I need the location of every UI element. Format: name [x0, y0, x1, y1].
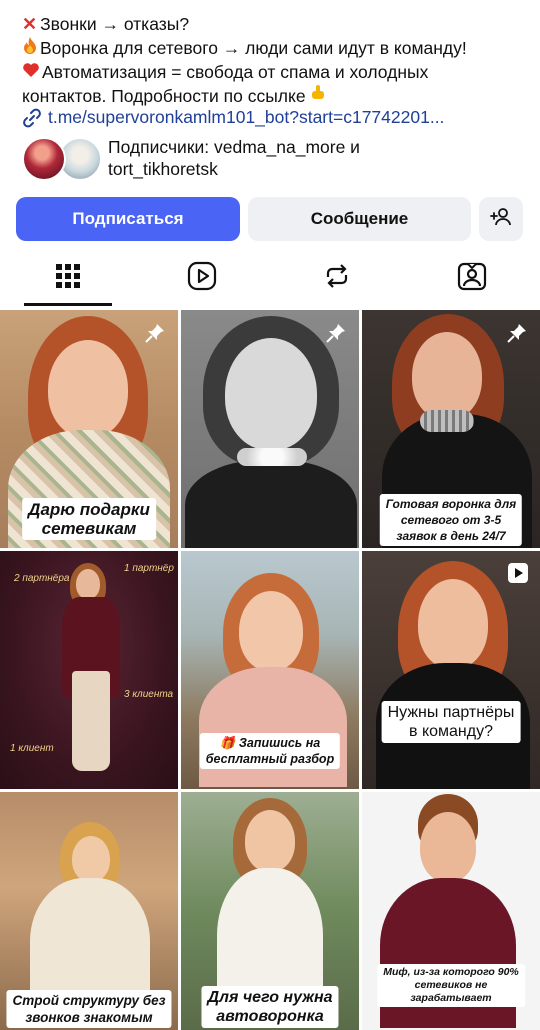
bio-link[interactable]: t.me/supervoronkamlm101_bot?start=c17742… — [22, 107, 444, 128]
caption-line: сетевикам — [41, 519, 137, 538]
photo-face — [76, 569, 100, 599]
bio-line-1: ✕ Звонки → отказы? — [22, 12, 527, 36]
caption-line: 🎁 Запишись на — [219, 736, 321, 750]
pin-icon — [506, 322, 528, 349]
tab-reposts[interactable] — [293, 252, 381, 304]
followers-line-1: Подписчики: vedma_na_more и — [108, 137, 360, 157]
bio-text-4: контактов. Подробности по ссылке — [22, 86, 306, 106]
grid-icon — [55, 263, 81, 294]
photo-annotation: 3 клиента — [124, 689, 174, 700]
caption-line: заявок в день 24/7 — [396, 529, 506, 543]
post-tile[interactable]: Для чего нужна автоворонка — [181, 792, 359, 1030]
followers-line-2: tort_tikhoretsk — [108, 159, 218, 179]
followers-text: Подписчики: vedma_na_more и tort_tikhore… — [108, 136, 360, 180]
photo-face — [48, 340, 128, 438]
caption-line: Дарю подарки — [28, 500, 150, 519]
add-user-button[interactable] — [479, 197, 523, 241]
bio-line-2: Воронка для сетевого → люди сами идут в … — [22, 36, 527, 60]
photo-face — [418, 579, 488, 669]
post-tile[interactable]: 2 партнёра 1 партнёр 3 клиента 1 клиент — [0, 551, 178, 789]
subscribe-label: Подписаться — [72, 209, 184, 228]
post-tile[interactable]: 🎁 Запишись на бесплатный разбор — [181, 551, 359, 789]
caption-line: зарабатывает — [410, 992, 492, 1004]
reels-icon — [187, 261, 217, 296]
caption-line: Готовая воронка для — [385, 497, 517, 511]
follower-avatars — [22, 135, 102, 181]
photo-face — [420, 812, 476, 882]
post-caption: Нужны партнёры в команду? — [381, 701, 521, 743]
post-caption: Готовая воронка для сетевого от 3-5 заяв… — [379, 494, 523, 546]
post-caption: Для чего нужна автоворонка — [201, 986, 339, 1028]
subscribe-button[interactable]: Подписаться — [16, 197, 240, 241]
avatar — [22, 137, 66, 181]
tab-grid[interactable] — [24, 252, 112, 304]
link-text[interactable]: t.me/supervoronkamlm101_bot?start=c17742… — [48, 107, 444, 128]
post-tile[interactable]: Дарю подарки сетевикам — [0, 310, 178, 548]
cross-mark-icon: ✕ — [22, 14, 38, 34]
photo-face — [72, 836, 110, 882]
bio-line-4: контактов. Подробности по ссылке — [22, 84, 527, 108]
reposts-icon — [322, 261, 352, 296]
photo-body — [185, 460, 357, 548]
photo-face — [225, 338, 317, 450]
message-label: Сообщение — [310, 209, 409, 228]
photo-body — [199, 667, 347, 787]
photo-annotation: 2 партнёра — [14, 573, 70, 584]
post-caption: Дарю подарки сетевикам — [22, 498, 156, 540]
link-icon — [22, 108, 42, 128]
photo-face — [412, 332, 482, 420]
post-tile[interactable]: Миф, из-за которого 90% сетевиков не зар… — [362, 792, 540, 1030]
necklace — [420, 410, 474, 432]
play-icon — [508, 563, 528, 583]
mutual-followers[interactable]: Подписчики: vedma_na_more и tort_tikhore… — [22, 135, 360, 181]
caption-line: Для чего нужна — [207, 989, 333, 1006]
add-user-icon — [489, 205, 513, 234]
pointing-down-icon — [310, 85, 326, 106]
pin-icon — [325, 322, 347, 349]
profile-tabs — [0, 252, 540, 306]
tab-reels[interactable] — [158, 252, 246, 304]
caption-line: Нужны партнёры — [387, 704, 515, 721]
photo-skirt — [72, 671, 110, 771]
photo-face — [245, 810, 295, 872]
caption-line: сетевиков не — [414, 979, 488, 991]
bio-line-3: Автоматизация = свобода от спама и холод… — [22, 60, 527, 84]
bio-text-2: Воронка для сетевого → люди сами идут в … — [40, 38, 467, 58]
caption-line: в команду? — [408, 723, 493, 740]
post-tile[interactable] — [181, 310, 359, 548]
bio-text-3: Автоматизация = свобода от спама и холод… — [42, 62, 429, 82]
caption-line: сетевого от 3-5 — [400, 513, 502, 527]
caption-line: Миф, из-за которого 90% — [383, 966, 519, 978]
caption-line: Строй структуру без — [12, 993, 166, 1008]
tagged-icon — [457, 261, 487, 296]
post-tile[interactable]: Нужны партнёры в команду? — [362, 551, 540, 789]
message-button[interactable]: Сообщение — [248, 197, 471, 241]
active-tab-indicator — [24, 303, 112, 306]
post-tile[interactable]: Готовая воронка для сетевого от 3-5 заяв… — [362, 310, 540, 548]
caption-line: звонков знакомым — [25, 1010, 153, 1025]
fire-icon — [22, 37, 38, 58]
photo-annotation: 1 клиент — [10, 743, 54, 754]
photo-face — [239, 591, 303, 671]
caption-line: бесплатный разбор — [205, 752, 335, 766]
photo-annotation: 1 партнёр — [124, 563, 174, 574]
heart-icon — [22, 62, 40, 82]
profile-bio: ✕ Звонки → отказы? Воронка для сетевого →… — [22, 12, 527, 108]
post-tile[interactable]: Строй структуру без звонков знакомым — [0, 792, 178, 1030]
pin-icon — [144, 322, 166, 349]
tab-tagged[interactable] — [428, 252, 516, 304]
caption-line: автоворонка — [216, 1008, 324, 1025]
post-caption: Миф, из-за которого 90% сетевиков не зар… — [377, 964, 525, 1007]
pearl-necklace — [237, 448, 307, 466]
post-caption: Строй структуру без звонков знакомым — [6, 990, 172, 1028]
post-caption: 🎁 Запишись на бесплатный разбор — [199, 733, 341, 769]
bio-text-1: Звонки → отказы? — [40, 14, 190, 34]
